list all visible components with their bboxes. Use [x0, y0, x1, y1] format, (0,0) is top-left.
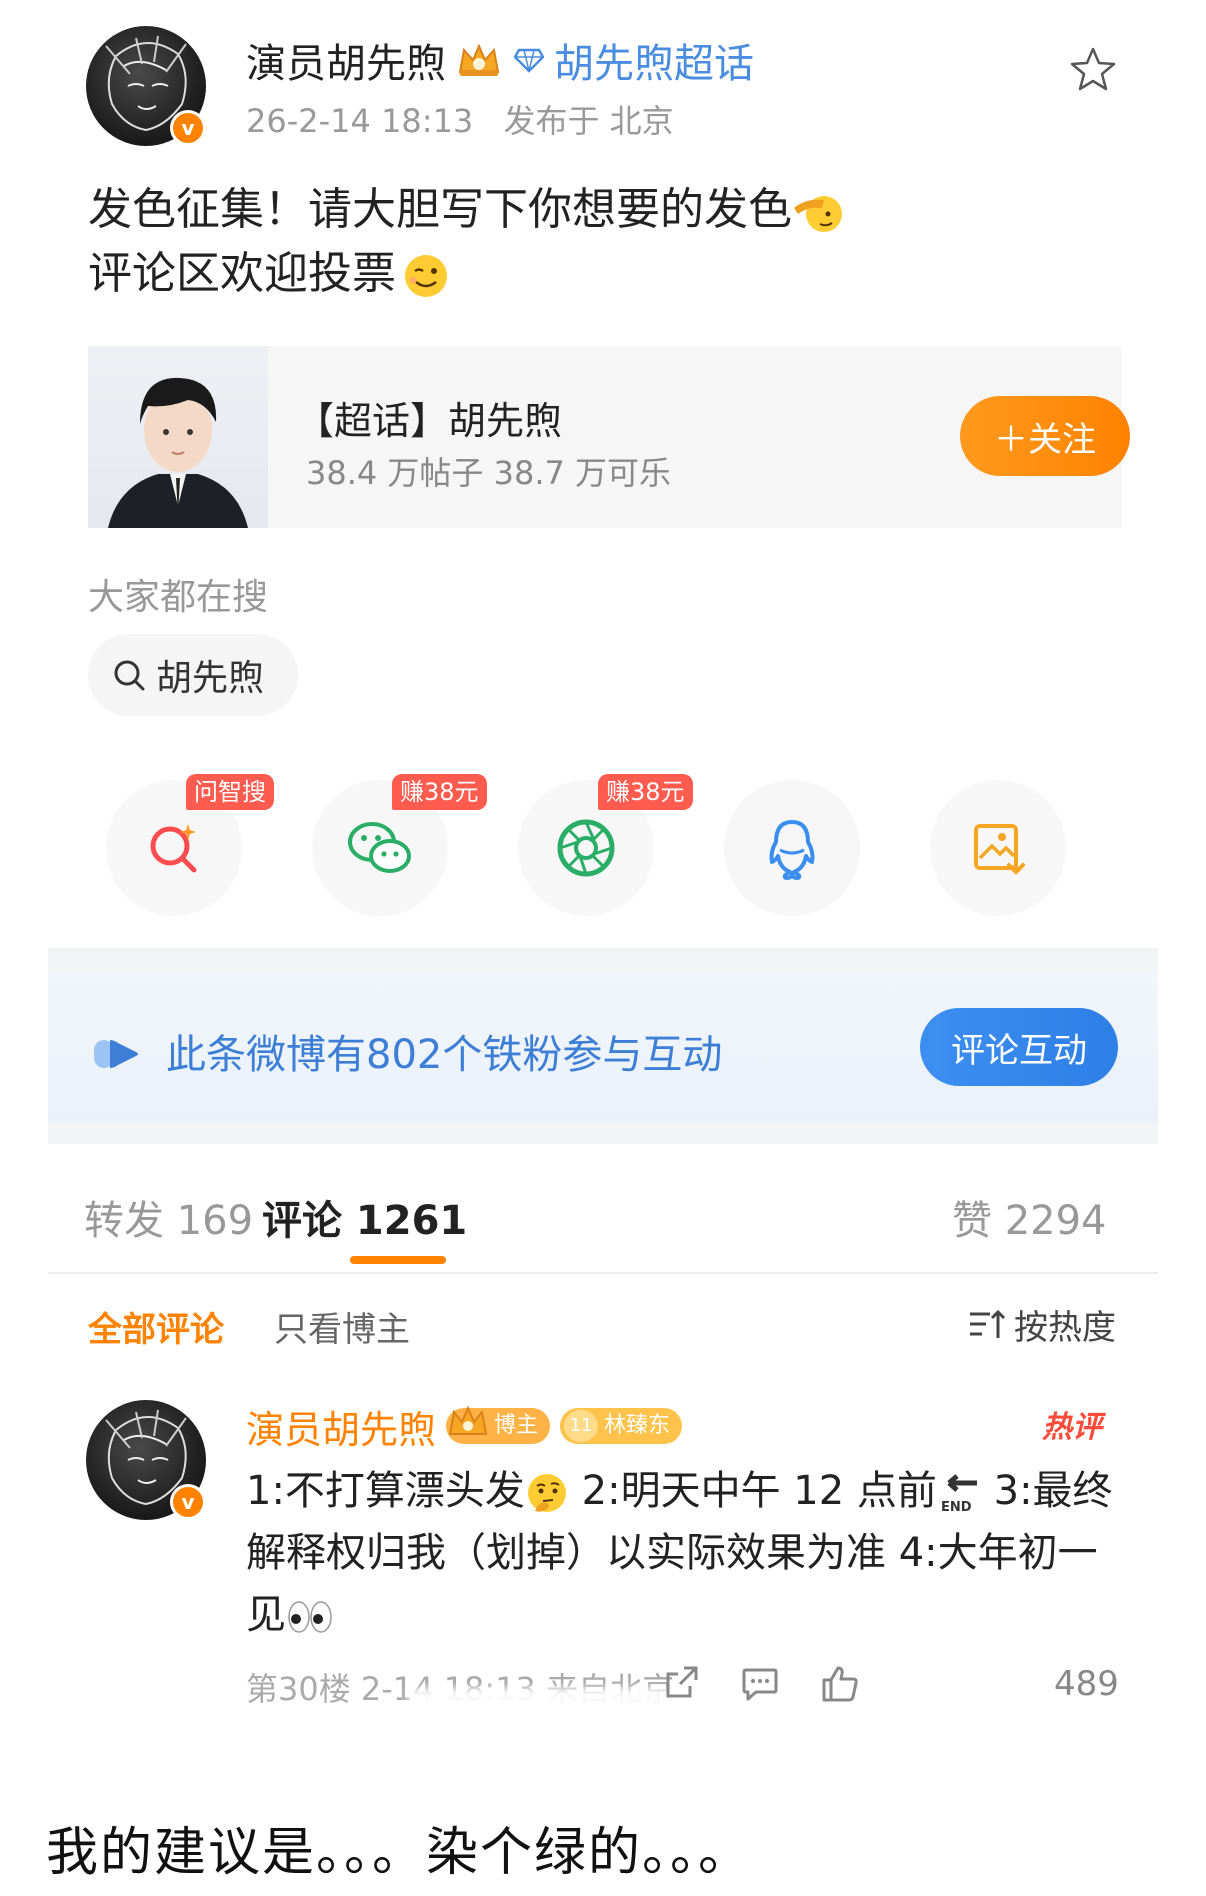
crown-icon — [448, 1405, 488, 1435]
fan-badge: 11 林臻东 — [560, 1408, 683, 1444]
fan-badge-label: 林臻东 — [604, 1413, 671, 1438]
crown-icon — [458, 43, 500, 76]
comment-interaction-button[interactable]: 评论互动 — [920, 1008, 1118, 1086]
sort-label: 按热度 — [1014, 1308, 1116, 1348]
supertopic-card[interactable]: 【超话】胡先煦 38.4 万帖子 38.7 万可乐 ＋关注 — [88, 346, 1130, 528]
trending-search-label: 大家都在搜 — [88, 577, 269, 618]
comment-body: 1:不打算漂头发 2:明天中午 12 点前 END 3:最终解释权归我（划掉）以… — [246, 1460, 1126, 1646]
comment-like-count: 489 — [1054, 1664, 1119, 1704]
play-toggle-icon — [94, 1040, 138, 1068]
trending-search-chip[interactable]: 胡先煦 — [88, 634, 298, 716]
qq-icon — [769, 820, 815, 880]
comment-author-name[interactable]: 演员胡先煦 — [246, 1399, 436, 1454]
share-moments[interactable]: 赚38元 — [518, 774, 693, 916]
supertopic-thumbnail — [88, 346, 268, 528]
eyes-emoji-icon — [288, 1601, 332, 1633]
thinking-emoji-icon — [527, 1474, 566, 1512]
share-qq[interactable] — [724, 780, 860, 916]
author-avatar[interactable]: v — [86, 26, 206, 146]
blur-overlay — [408, 1688, 848, 1718]
image-caption: 我的建议是。。。染个绿的。。。 — [46, 1823, 753, 1883]
post-location: 发布于 北京 — [503, 102, 674, 140]
search-icon — [114, 660, 145, 691]
supertopic-title: 【超话】胡先煦 — [296, 399, 563, 443]
favorite-star-icon[interactable] — [1068, 44, 1118, 94]
share-tag: 问智搜 — [186, 774, 274, 810]
comment-text-part2: 2:明天中午 12 点前 — [568, 1468, 937, 1514]
svg-text:END: END — [941, 1500, 972, 1515]
supertopic-stats: 38.4 万帖子 38.7 万可乐 — [306, 454, 672, 492]
diamond-icon — [514, 48, 544, 73]
tab-comments[interactable]: 评论 1261 — [262, 1188, 467, 1246]
post-time: 26-2-14 18:13 — [246, 102, 474, 140]
comment-bubble-icon[interactable] — [740, 1664, 780, 1704]
sort-icon — [970, 1309, 1006, 1338]
repost-icon[interactable] — [662, 1664, 700, 1702]
hot-comment-tag: 热评 — [1042, 1410, 1102, 1445]
verified-badge-icon: v — [170, 110, 206, 146]
moments-icon — [557, 819, 615, 877]
comment-text-part1: 1:不打算漂头发 — [246, 1468, 525, 1514]
follow-button[interactable]: ＋关注 — [960, 396, 1130, 476]
share-tag: 赚38元 — [392, 774, 487, 810]
supertopic-link[interactable]: 胡先煦超话 — [554, 31, 754, 89]
blogger-badge: 博主 — [446, 1405, 551, 1444]
post-text-line2: 评论区欢迎投票 — [88, 248, 396, 299]
fan-level: 11 — [564, 1410, 599, 1442]
salute-emoji-icon — [794, 196, 842, 232]
filter-all-comments[interactable]: 全部评论 — [88, 1302, 224, 1351]
save-image-icon — [974, 824, 1025, 875]
weibo-post-card: v 演员胡先煦 胡先煦超话 26-2-14 18:13 发布于 北京 发色征集！… — [48, 0, 1158, 1718]
post-author-name[interactable]: 演员胡先煦 — [246, 31, 446, 89]
active-tab-indicator — [350, 1256, 446, 1264]
wink-emoji-icon — [405, 255, 447, 297]
fans-interaction-banner[interactable]: 此条微博有802个铁粉参与互动 评论互动 — [48, 948, 1158, 1144]
post-meta: 26-2-14 18:13 发布于 北京 — [246, 96, 674, 142]
post-body: 发色征集！请大胆写下你想要的发色 评论区欢迎投票 — [88, 178, 1088, 306]
comment-author-avatar[interactable]: v — [86, 1400, 206, 1520]
share-ai-search[interactable]: 问智搜 — [106, 774, 274, 916]
wechat-icon — [348, 822, 411, 873]
end-arrow-icon: END — [941, 1474, 977, 1515]
post-text-line1: 发色征集！请大胆写下你想要的发色 — [88, 184, 792, 235]
filter-author-only[interactable]: 只看博主 — [274, 1302, 410, 1351]
tab-likes[interactable]: 赞 2294 — [952, 1188, 1107, 1246]
share-wechat[interactable]: 赚38元 — [312, 774, 487, 916]
ai-search-icon — [150, 824, 197, 873]
fans-interaction-text: 此条微博有802个铁粉参与互动 — [166, 1032, 723, 1078]
sort-by-hot[interactable]: 按热度 — [968, 1300, 1116, 1349]
verified-badge-icon: v — [170, 1484, 206, 1520]
share-save-image[interactable] — [930, 780, 1066, 916]
tab-repost[interactable]: 转发 169 — [84, 1188, 253, 1246]
share-tag: 赚38元 — [598, 774, 693, 810]
like-thumb-icon[interactable] — [820, 1664, 860, 1704]
blogger-badge-label: 博主 — [494, 1413, 539, 1438]
divider — [48, 1272, 1158, 1274]
trending-search-text: 胡先煦 — [156, 658, 265, 699]
